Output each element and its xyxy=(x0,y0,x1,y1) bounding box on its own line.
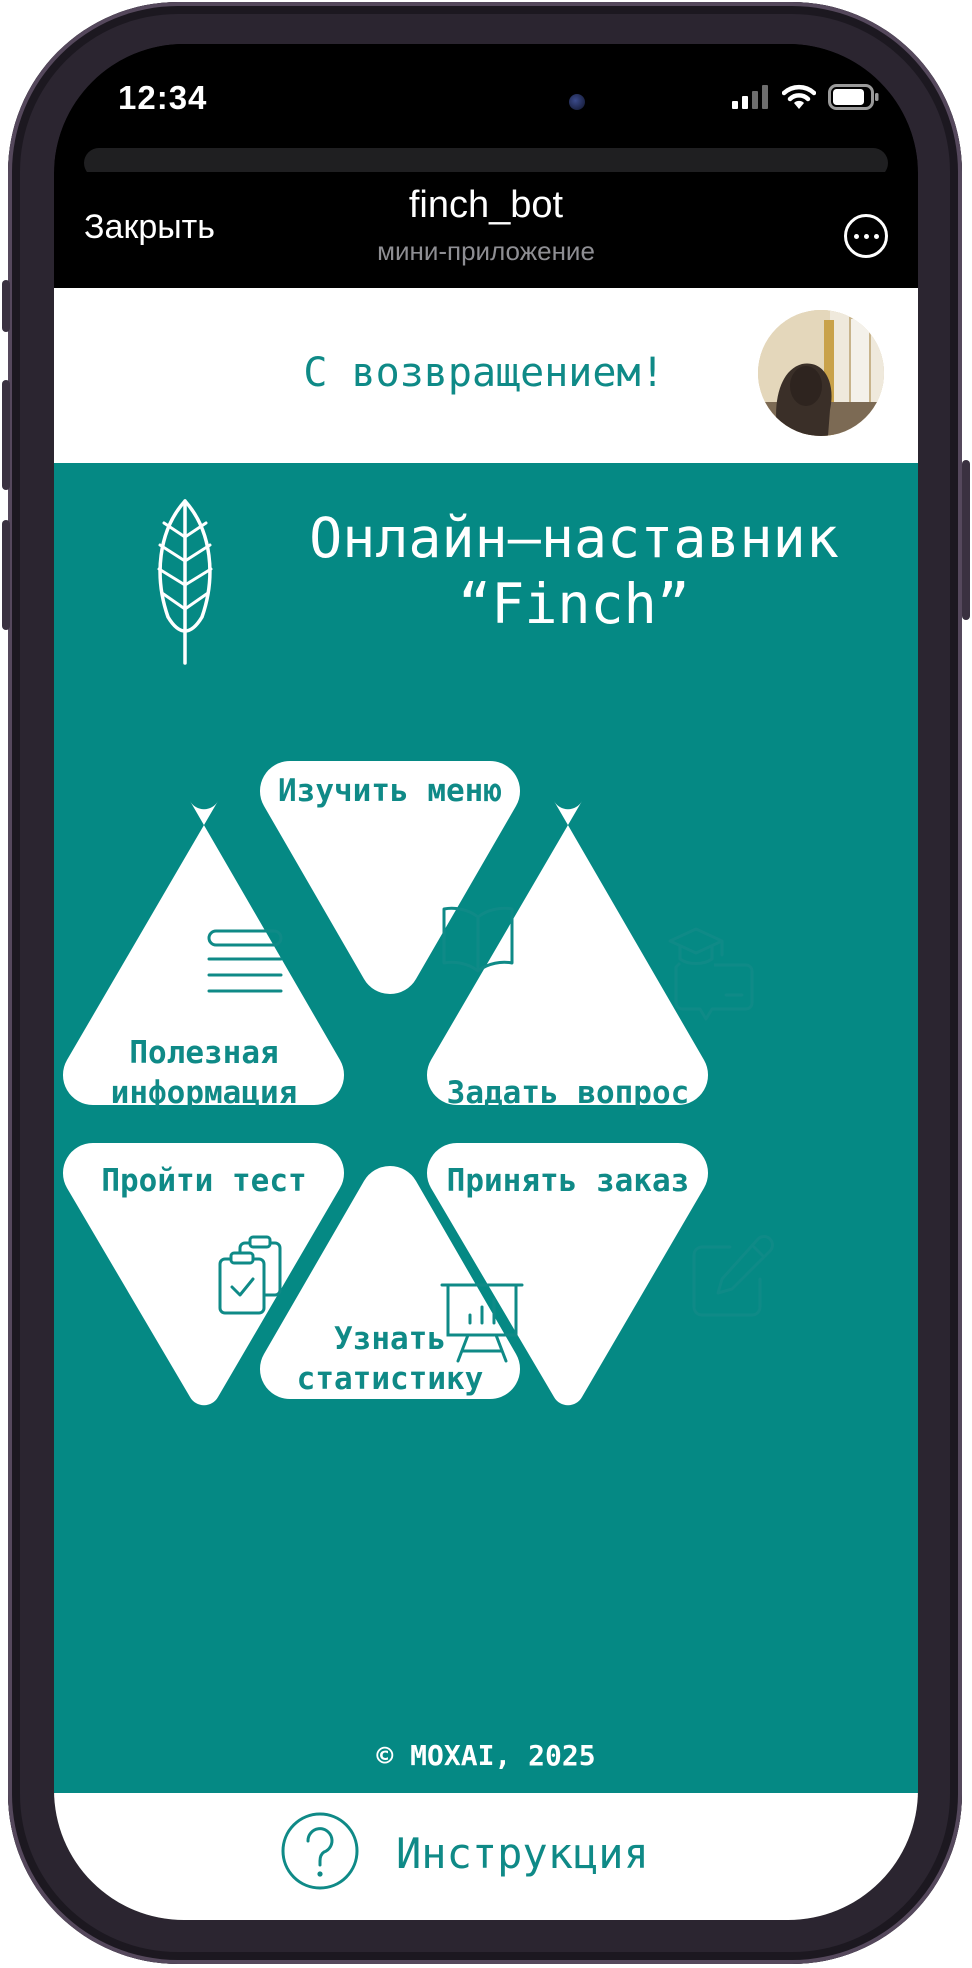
tile-info-label-line-1: Полезная xyxy=(129,1035,279,1071)
phone-power-button xyxy=(962,460,970,620)
edit-pencil-icon xyxy=(692,1235,774,1317)
battery-icon xyxy=(828,84,879,110)
tiles-hexagon xyxy=(62,761,709,1406)
more-dots-icon xyxy=(853,233,859,239)
question-circle-icon[interactable] xyxy=(280,1811,360,1891)
more-menu-button[interactable] xyxy=(844,214,888,258)
main-panel: Онлайн–наставник “Finch” Изучить меню По… xyxy=(54,463,918,1793)
phone-volume-up xyxy=(2,380,10,490)
tile-info-label: Полезная информация xyxy=(54,1033,374,1113)
welcome-bar: С возвращением! xyxy=(54,288,918,463)
bot-subtitle: мини-приложение xyxy=(377,236,595,266)
phone-mute-switch xyxy=(2,280,10,332)
tile-info-label-line-2: информация xyxy=(110,1075,298,1111)
clipboard-check-icon xyxy=(218,1235,282,1315)
bot-name: finch_bot xyxy=(408,184,564,226)
list-lines-icon xyxy=(207,929,283,993)
avatar[interactable] xyxy=(758,310,884,436)
tile-ask-label: Задать вопрос xyxy=(446,1075,690,1111)
tile-menu-label: Изучить меню xyxy=(278,773,502,809)
tile-stats-label-line-1: Узнать xyxy=(334,1321,446,1357)
graduation-chat-icon xyxy=(668,927,754,1021)
phone-volume-down xyxy=(2,520,10,630)
tile-stats-label: Узнать статистику xyxy=(220,1319,560,1399)
copyright-footer: © MOXAI, 2025 xyxy=(376,1739,596,1772)
tile-test-label: Пройти тест xyxy=(101,1163,307,1199)
status-time: 12:34 xyxy=(118,79,208,116)
phone-screen: 12:34 Закрыть finch_bot мини-приложение … xyxy=(54,44,918,1920)
open-book-icon xyxy=(442,906,514,973)
cellular-signal-icon xyxy=(732,85,768,109)
tile-stats-label-line-2: статистику xyxy=(296,1361,484,1397)
instruction-button[interactable]: Инструкция xyxy=(396,1829,649,1878)
top-bar: Закрыть finch_bot мини-приложение xyxy=(54,172,918,288)
status-icons xyxy=(732,84,880,110)
wifi-icon xyxy=(782,84,816,109)
tile-order-label: Принять заказ xyxy=(446,1163,690,1199)
front-camera xyxy=(569,94,585,110)
avatar-photo xyxy=(758,310,884,436)
bottom-bar[interactable]: Инструкция xyxy=(54,1793,918,1920)
status-bar: 12:34 xyxy=(54,44,918,164)
